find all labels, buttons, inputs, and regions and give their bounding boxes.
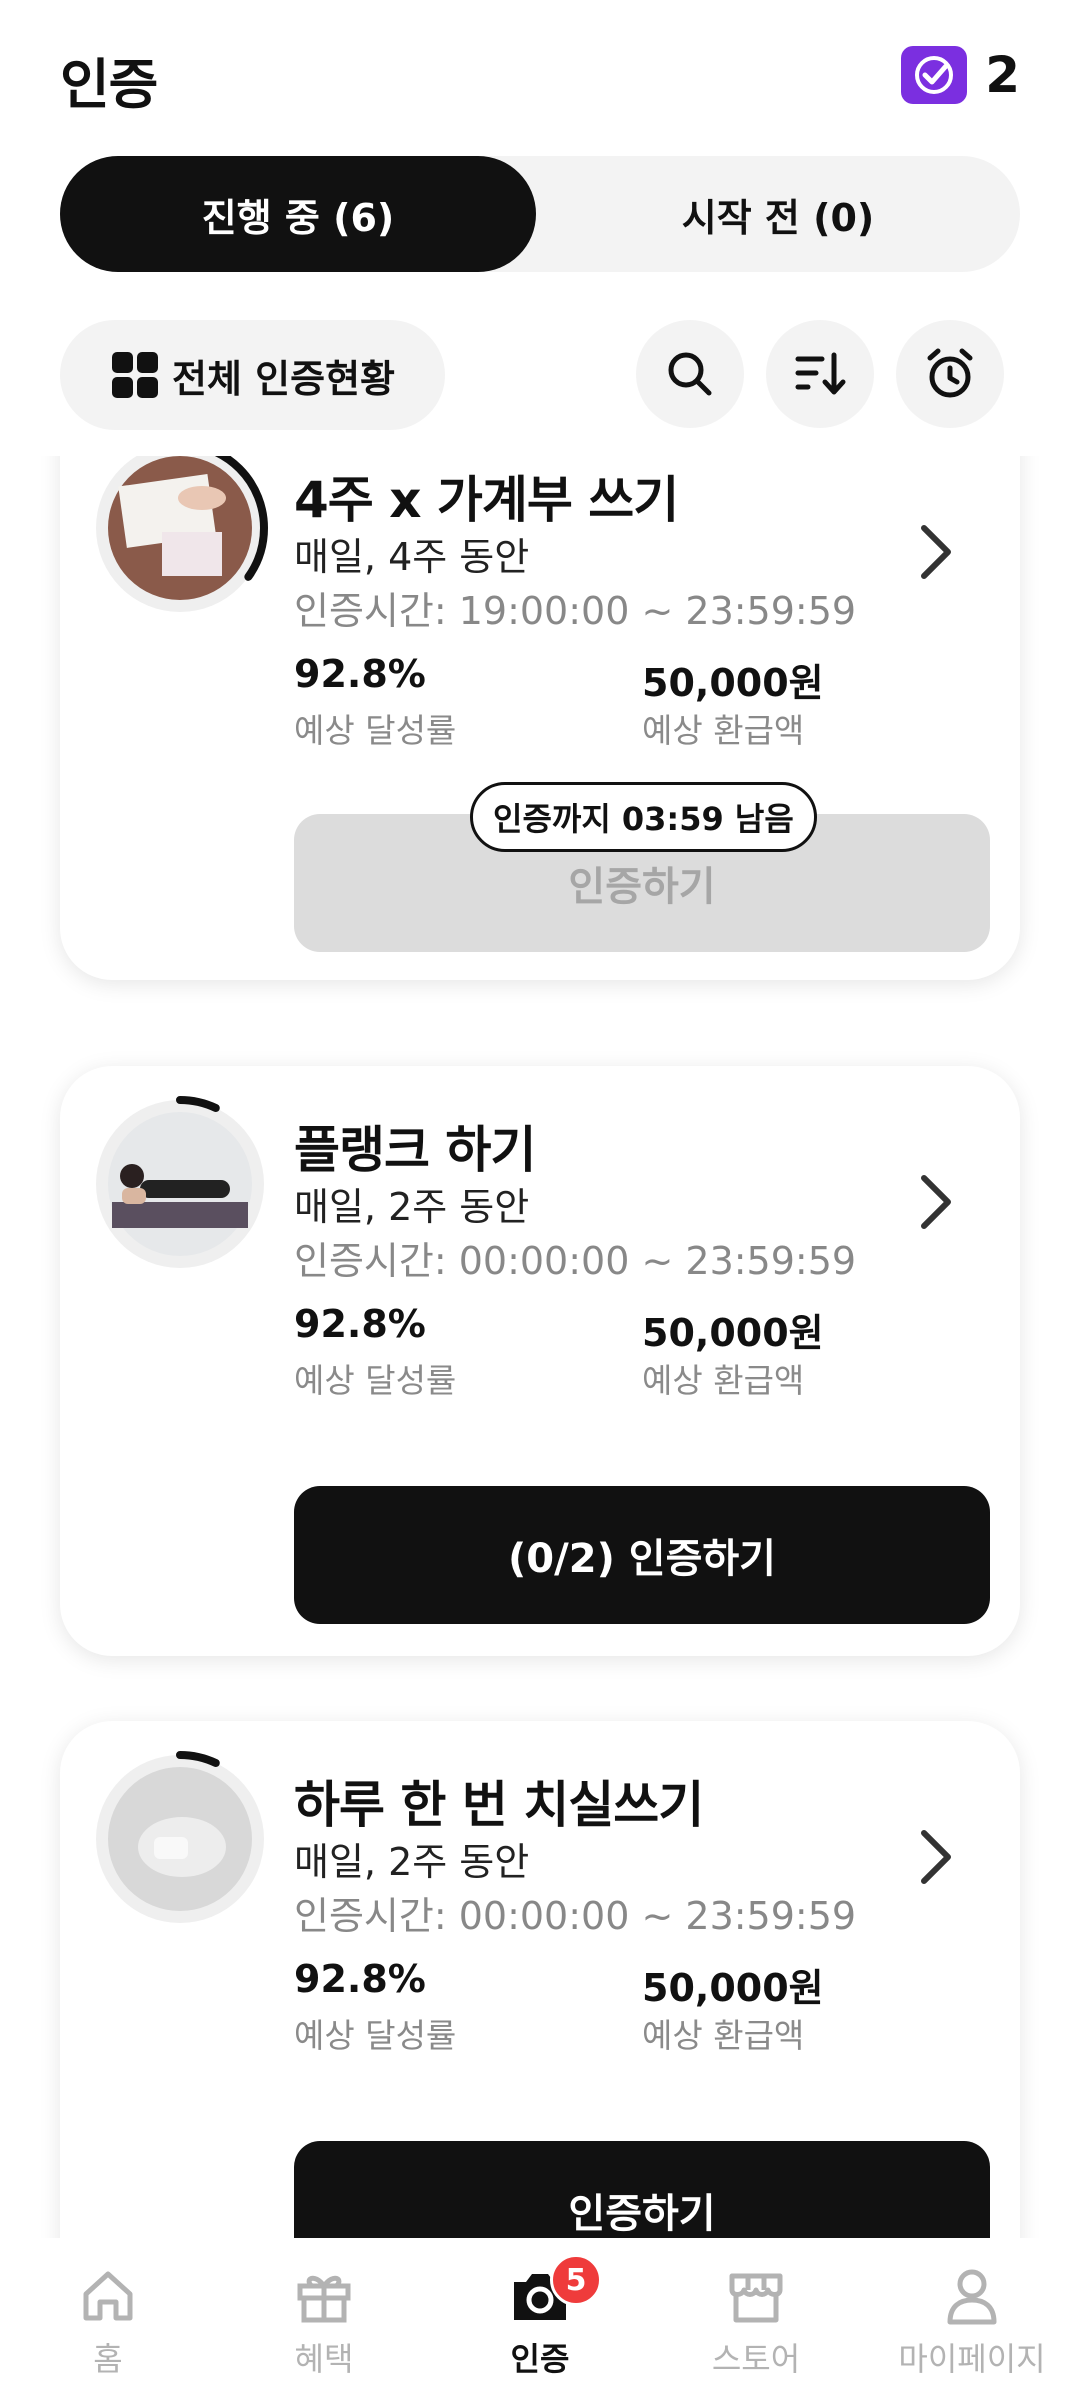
badge-count: 2: [985, 46, 1020, 104]
home-icon: [83, 2271, 133, 2321]
time-remaining-pill: 인증까지 03:59 남음: [470, 782, 817, 852]
challenge-card[interactable]: 플랭크 하기 매일, 2주 동안 인증시간: 00:00:00 ~ 23:59:…: [60, 1066, 1020, 1656]
nav-home[interactable]: 홈: [0, 2238, 216, 2403]
alarm-button[interactable]: [896, 320, 1004, 428]
verification-pass-counter[interactable]: 2: [901, 46, 1020, 104]
all-status-button[interactable]: 전체 인증현황: [60, 320, 445, 430]
gift-icon: [297, 2275, 351, 2323]
chevron-right-icon[interactable]: [910, 1172, 960, 1232]
alarm-clock-icon: [927, 348, 973, 398]
tab-in-progress[interactable]: 진행 중 (6): [60, 156, 536, 272]
challenge-title: 4주 x 가계부 쓰기: [294, 471, 679, 529]
challenge-thumbnail: [92, 1751, 268, 1927]
expected-rate-value: 92.8%: [294, 652, 426, 696]
challenge-frequency: 매일, 2주 동안: [294, 1185, 530, 1229]
nav-label: 인증: [510, 2340, 570, 2378]
all-status-label: 전체 인증현황: [172, 356, 395, 401]
challenge-frequency: 매일, 4주 동안: [294, 535, 530, 579]
toolbar: 전체 인증현황: [0, 320, 1080, 430]
expected-rate-label: 예상 달성률: [294, 1361, 457, 1400]
expected-rate-label: 예상 달성률: [294, 711, 457, 750]
nav-store[interactable]: 스토어: [648, 2238, 864, 2403]
challenge-title: 플랭크 하기: [294, 1121, 536, 1179]
nav-label: 마이페이지: [898, 2340, 1046, 2378]
sort-icon: [795, 352, 846, 395]
header: 인증 2: [0, 0, 1080, 150]
notification-badge: 5: [550, 2254, 602, 2306]
page-title: 인증: [60, 53, 158, 116]
challenge-card[interactable]: 4주 x 가계부 쓰기 매일, 4주 동안 인증시간: 19:00:00 ~ 2…: [60, 456, 1020, 980]
challenge-title: 하루 한 번 치실쓰기: [294, 1776, 704, 1834]
expected-rate-label: 예상 달성률: [294, 2016, 457, 2055]
chevron-right-icon[interactable]: [910, 522, 960, 582]
grid-icon: [112, 352, 158, 398]
nav-my-page[interactable]: 마이페이지: [864, 2238, 1080, 2403]
search-button[interactable]: [636, 320, 744, 428]
bottom-navigation: 홈 혜택 5 인증 스토어 마이페이지: [0, 2238, 1080, 2403]
tab-not-started[interactable]: 시작 전 (0): [536, 156, 1020, 272]
challenge-frequency: 매일, 2주 동안: [294, 1840, 530, 1884]
nav-label: 혜택: [294, 2340, 354, 2378]
nav-benefits[interactable]: 혜택: [216, 2238, 432, 2403]
search-icon: [668, 352, 712, 396]
challenge-thumbnail: [92, 1096, 268, 1272]
person-icon: [947, 2269, 997, 2325]
challenge-time: 인증시간: 00:00:00 ~ 23:59:59: [294, 1239, 857, 1283]
store-icon: [729, 2273, 783, 2323]
challenge-list[interactable]: 4주 x 가계부 쓰기 매일, 4주 동안 인증시간: 19:00:00 ~ 2…: [0, 456, 1080, 2238]
challenge-thumbnail: [92, 456, 268, 616]
chevron-right-icon[interactable]: [910, 1827, 960, 1887]
nav-label: 홈: [93, 2340, 123, 2378]
challenge-card[interactable]: 하루 한 번 치실쓰기 매일, 2주 동안 인증시간: 00:00:00 ~ 2…: [60, 1721, 1020, 2238]
challenge-time: 인증시간: 19:00:00 ~ 23:59:59: [294, 589, 857, 633]
expected-refund-value: 50,000원: [642, 1966, 824, 2010]
verify-button[interactable]: 인증하기: [294, 2141, 990, 2238]
nav-label: 스토어: [711, 2340, 801, 2378]
verify-button[interactable]: (0/2) 인증하기: [294, 1486, 990, 1624]
expected-refund-label: 예상 환급액: [642, 1361, 805, 1400]
expected-refund-value: 50,000원: [642, 661, 824, 705]
challenge-time: 인증시간: 00:00:00 ~ 23:59:59: [294, 1894, 857, 1938]
nav-verify[interactable]: 5 인증: [432, 2238, 648, 2403]
expected-refund-label: 예상 환급액: [642, 711, 805, 750]
expected-refund-label: 예상 환급액: [642, 2016, 805, 2055]
sort-button[interactable]: [766, 320, 874, 428]
expected-rate-value: 92.8%: [294, 1957, 426, 2001]
check-badge-icon: [901, 46, 968, 104]
expected-refund-value: 50,000원: [642, 1311, 824, 1355]
status-tabs: 진행 중 (6) 시작 전 (0): [60, 156, 1020, 272]
expected-rate-value: 92.8%: [294, 1302, 426, 1346]
